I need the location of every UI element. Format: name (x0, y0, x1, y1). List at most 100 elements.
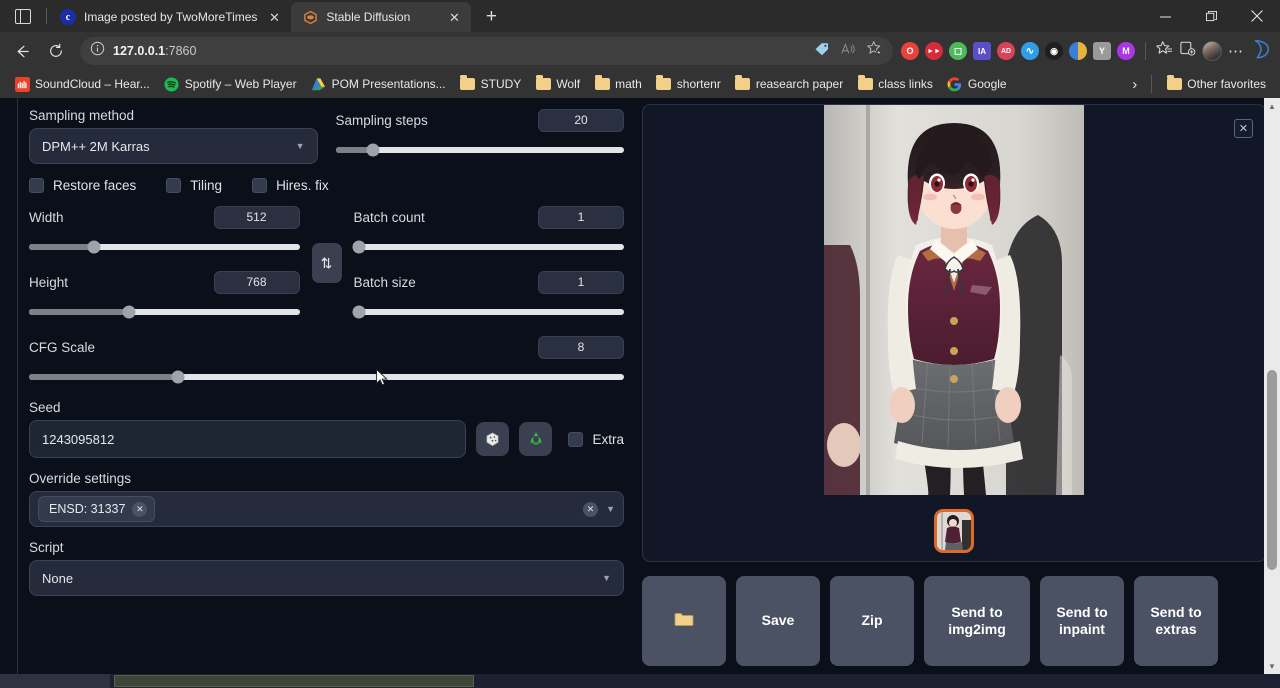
height-input[interactable]: 768 (214, 271, 300, 294)
internet-archive-icon[interactable]: IA (973, 42, 991, 60)
bookmark-spotify[interactable]: Spotify – Web Player (158, 73, 303, 95)
sampling-steps-slider[interactable] (336, 141, 625, 159)
video-downloader-icon[interactable]: ►► (925, 42, 943, 60)
close-button[interactable] (1234, 0, 1280, 32)
batch-count-slider[interactable] (354, 238, 625, 256)
new-tab-button[interactable]: + (477, 3, 505, 31)
close-icon[interactable]: ✕ (445, 8, 463, 26)
restore-faces-checkbox[interactable]: Restore faces (29, 178, 136, 193)
taskbar-start-area[interactable] (0, 674, 110, 688)
generated-image[interactable] (824, 105, 1084, 495)
add-favorite-icon[interactable] (866, 40, 883, 62)
bookmark-folder-shortenr[interactable]: shortenr (650, 73, 727, 95)
adblock-icon[interactable]: AD (997, 42, 1015, 60)
cfg-scale-slider[interactable] (29, 368, 624, 386)
swap-width-height-button[interactable]: ⇅ (312, 243, 342, 283)
browser-tab-stable-diffusion[interactable]: Stable Diffusion ✕ (291, 2, 471, 32)
bookmark-folder-wolf[interactable]: Wolf (529, 73, 586, 95)
reuse-seed-button[interactable] (519, 422, 552, 456)
bookmark-folder-study[interactable]: STUDY (454, 73, 528, 95)
scrollbar-thumb[interactable] (1267, 370, 1277, 570)
taskbar-active-window[interactable] (114, 675, 474, 687)
batch-count-input[interactable]: 1 (538, 206, 624, 229)
remove-token-icon[interactable]: ✕ (132, 502, 147, 517)
batch-size-input[interactable]: 1 (538, 271, 624, 294)
height-slider[interactable] (29, 303, 300, 321)
windows-taskbar (0, 674, 1280, 688)
page-scrollbar[interactable]: ▲ ▼ (1264, 98, 1280, 674)
bookmarks-overflow-chevron[interactable]: › (1126, 76, 1143, 93)
width-slider[interactable] (29, 238, 300, 256)
grammarly-icon[interactable]: M (1117, 42, 1135, 60)
txt2img-panel: Sampling method DPM++ 2M Karras ▼ Sampli… (18, 98, 1280, 674)
zip-button[interactable]: Zip (830, 576, 914, 666)
hires-fix-checkbox[interactable]: Hires. fix (252, 178, 329, 193)
open-folder-button[interactable] (642, 576, 726, 666)
override-token-ensd[interactable]: ENSD: 31337 ✕ (38, 496, 155, 522)
override-settings-group: Override settings ENSD: 31337 ✕ ✕ ▼ (29, 471, 624, 527)
save-button[interactable]: Save (736, 576, 820, 666)
tiling-checkbox[interactable]: Tiling (166, 178, 222, 193)
gallery-thumbnail-0[interactable] (934, 509, 974, 553)
minimize-button[interactable] (1142, 0, 1188, 32)
trash-cleaner-icon[interactable]: ◻ (949, 42, 967, 60)
favorites-icon[interactable] (1156, 40, 1173, 62)
close-icon[interactable]: ✕ (265, 8, 283, 26)
script-select[interactable]: None ▼ (29, 560, 624, 596)
bookmark-folder-math[interactable]: math (588, 73, 648, 95)
colorzilla-icon[interactable] (1069, 42, 1087, 60)
send-to-img2img-button[interactable]: Send to img2img (924, 576, 1030, 666)
override-settings-dropdown[interactable]: ENSD: 31337 ✕ ✕ ▼ (29, 491, 624, 527)
checkbox-icon[interactable] (568, 432, 583, 447)
bookmark-folder-reasearch-paper[interactable]: reasearch paper (729, 73, 849, 95)
honey-icon[interactable]: Y (1093, 42, 1111, 60)
tab-search-button[interactable] (0, 0, 46, 32)
bookmark-pom-presentations[interactable]: POM Presentations... (305, 73, 452, 95)
random-seed-button[interactable] (476, 422, 509, 456)
chevron-down-icon: ▼ (296, 141, 305, 151)
avatar[interactable] (1202, 41, 1222, 61)
address-bar[interactable]: 127.0.0.1:7860 (80, 37, 893, 65)
folder-icon (857, 76, 873, 92)
extra-seed-checkbox[interactable]: Extra (568, 432, 624, 447)
google-drive-icon (311, 76, 327, 92)
bookmark-label: STUDY (481, 77, 522, 91)
read-aloud-icon[interactable] (840, 41, 856, 62)
width-input[interactable]: 512 (214, 206, 300, 229)
send-to-inpaint-button[interactable]: Send to inpaint (1040, 576, 1124, 666)
slider-knob (352, 241, 365, 254)
location-pin-icon[interactable]: ◉ (1045, 42, 1063, 60)
bookmark-soundcloud[interactable]: SoundCloud – Hear... (8, 73, 156, 95)
send-to-extras-button[interactable]: Send to extras (1134, 576, 1218, 666)
bookmark-google[interactable]: Google (941, 73, 1013, 95)
browser-tab-imgur[interactable]: c Image posted by TwoMoreTimes ✕ (49, 2, 291, 32)
checkbox-icon[interactable] (252, 178, 267, 193)
scroll-up-arrow[interactable]: ▲ (1264, 98, 1280, 114)
reload-button[interactable] (40, 36, 72, 66)
maximize-button[interactable] (1188, 0, 1234, 32)
seed-label: Seed (29, 400, 624, 415)
shazam-icon[interactable]: ∿ (1021, 42, 1039, 60)
bookmark-folder-class-links[interactable]: class links (851, 73, 939, 95)
site-info-icon[interactable] (90, 41, 105, 61)
more-options-icon[interactable]: ⋯ (1228, 42, 1244, 60)
sampling-steps-label: Sampling steps (336, 113, 428, 128)
bookmark-other-favorites[interactable]: Other favorites (1160, 73, 1272, 95)
sampling-steps-input[interactable]: 20 (538, 109, 624, 132)
chevron-down-icon[interactable]: ▼ (606, 504, 615, 514)
seed-input[interactable]: 1243095812 (29, 420, 466, 458)
chevron-down-icon: ▼ (602, 573, 611, 583)
collections-icon[interactable] (1179, 40, 1196, 62)
cfg-scale-input[interactable]: 8 (538, 336, 624, 359)
copilot-icon[interactable] (1250, 38, 1272, 65)
back-button[interactable] (6, 36, 38, 66)
batch-size-slider[interactable] (354, 303, 625, 321)
clear-all-icon[interactable]: ✕ (583, 502, 598, 517)
checkbox-icon[interactable] (166, 178, 181, 193)
opera-gx-icon[interactable]: O (901, 42, 919, 60)
sampling-method-select[interactable]: DPM++ 2M Karras ▼ (29, 128, 318, 164)
scroll-down-arrow[interactable]: ▼ (1264, 658, 1280, 674)
checkbox-icon[interactable] (29, 178, 44, 193)
shopping-tag-icon[interactable] (814, 41, 830, 62)
close-gallery-button[interactable]: ✕ (1234, 119, 1253, 138)
